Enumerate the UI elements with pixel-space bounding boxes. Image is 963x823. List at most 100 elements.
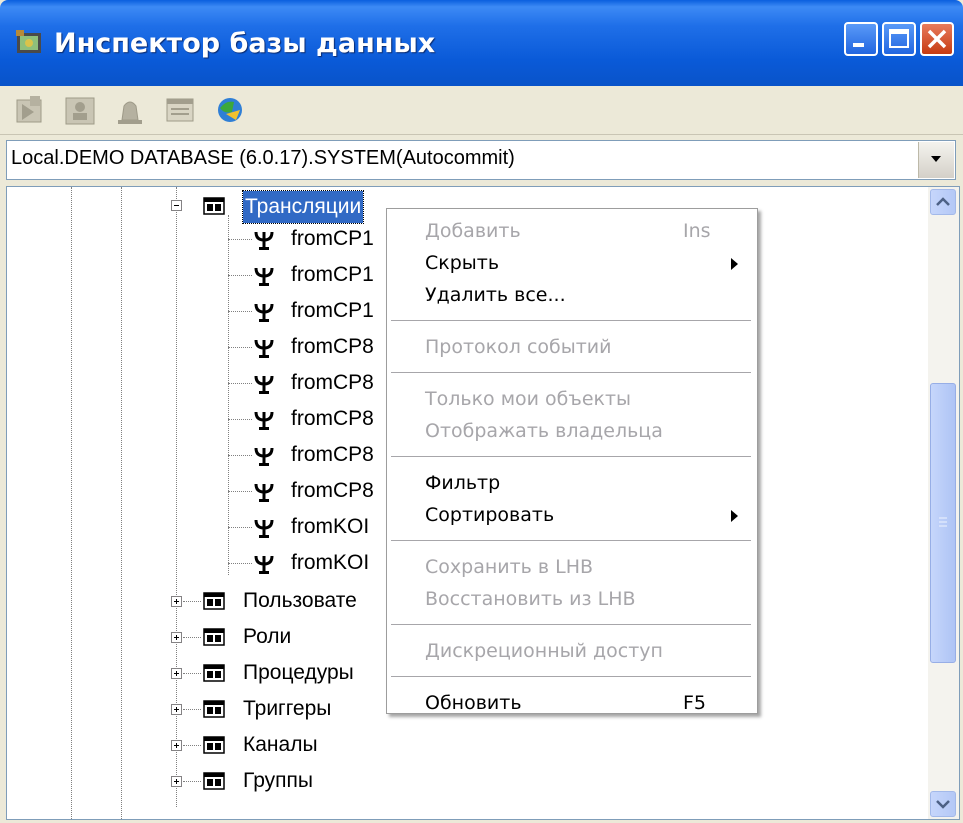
tree-node-label: fromCP8 xyxy=(291,335,374,358)
translation-fork-icon xyxy=(254,555,274,574)
menu-item: Протокол событий xyxy=(387,331,757,363)
table-folder-icon xyxy=(203,736,225,754)
menu-separator xyxy=(391,456,751,457)
tree-branch-line xyxy=(183,745,201,746)
tree-branch-line xyxy=(228,311,252,312)
bell-icon[interactable] xyxy=(112,92,148,128)
tree-node-label: fromCP1 xyxy=(291,299,374,322)
db-inspector-app-icon xyxy=(16,30,41,53)
tree-node-label: fromCP1 xyxy=(291,227,374,250)
tree-branch-line xyxy=(183,637,201,638)
menu-item-label: Фильтр xyxy=(425,472,501,494)
scroll-down-button[interactable] xyxy=(930,791,956,817)
table-folder-icon xyxy=(203,772,225,790)
expand-toggle[interactable] xyxy=(171,704,182,715)
tree-branch-line xyxy=(228,275,252,276)
menu-item-shortcut: F5 xyxy=(683,692,707,714)
menu-separator xyxy=(391,624,751,625)
window-list-icon[interactable] xyxy=(162,92,198,128)
new-object-icon[interactable] xyxy=(12,92,48,128)
tree-node-label: fromCP8 xyxy=(291,407,374,430)
window-title: Инспектор базы данных xyxy=(54,28,436,59)
menu-item-label: Сортировать xyxy=(425,504,555,526)
menu-item[interactable]: Сортировать xyxy=(387,499,757,531)
menu-item-shortcut: Ins xyxy=(683,220,711,242)
tree-node-label: Триггеры xyxy=(243,697,332,720)
title-bar[interactable]: Инспектор базы данных xyxy=(0,0,963,86)
menu-item-label: Скрыть xyxy=(425,252,500,274)
tree-node-label: Каналы xyxy=(243,733,318,756)
close-button[interactable] xyxy=(920,22,954,56)
tree-node-label: fromKOI xyxy=(291,515,370,538)
close-icon xyxy=(927,29,947,49)
connection-select[interactable]: Local.DEMO DATABASE (6.0.17).SYSTEM(Auto… xyxy=(6,140,956,180)
menu-separator xyxy=(391,676,751,677)
menu-item: Дискреционный доступ xyxy=(387,635,757,667)
vertical-scrollbar[interactable] xyxy=(928,186,960,820)
translation-fork-icon xyxy=(254,447,274,466)
menu-item-label: Восстановить из LHB xyxy=(425,588,636,610)
chevron-up-icon xyxy=(936,197,950,206)
context-menu: Добавить Ins Скрыть Удалить все... Протокол … xyxy=(386,208,758,714)
tree-branch-line xyxy=(228,455,252,456)
expand-toggle[interactable] xyxy=(171,596,182,607)
translation-fork-icon xyxy=(254,411,274,430)
tree-node-label: fromKOI xyxy=(291,551,370,574)
tree-guide-line xyxy=(228,215,229,575)
translation-fork-icon xyxy=(254,231,274,250)
menu-item-label: Обновить xyxy=(425,692,522,714)
chevron-down-icon xyxy=(936,800,950,809)
tree-node-label: Трансляции xyxy=(241,190,365,224)
menu-item: Восстановить из LHB xyxy=(387,583,757,615)
menu-item[interactable]: Обновить F5 xyxy=(387,687,757,719)
tree-guide-line xyxy=(121,187,122,819)
expand-toggle[interactable] xyxy=(171,776,182,787)
minimize-icon xyxy=(853,43,864,47)
translation-fork-icon xyxy=(254,267,274,286)
scroll-thumb[interactable] xyxy=(930,383,956,663)
collapse-toggle[interactable] xyxy=(171,200,182,211)
menu-item[interactable]: Удалить все... xyxy=(387,279,757,311)
tree-branch-line xyxy=(228,383,252,384)
maximize-button[interactable] xyxy=(882,22,916,56)
expand-toggle[interactable] xyxy=(171,740,182,751)
grip-icon xyxy=(939,517,947,527)
menu-item-label: Отображать владельца xyxy=(425,420,663,442)
tree-guide-line xyxy=(71,187,72,819)
tree-branch-line xyxy=(228,419,252,420)
translation-fork-icon xyxy=(254,303,274,322)
tree-node-label: Роли xyxy=(243,625,292,648)
translation-fork-icon xyxy=(254,375,274,394)
menu-item[interactable]: Фильтр xyxy=(387,467,757,499)
tree-node-label: Пользовате xyxy=(243,589,357,612)
menu-item-label: Протокол событий xyxy=(425,336,612,358)
minimize-button[interactable] xyxy=(844,22,878,56)
table-folder-icon xyxy=(203,700,225,718)
expand-toggle[interactable] xyxy=(171,668,182,679)
user-properties-icon[interactable] xyxy=(62,92,98,128)
expand-toggle[interactable] xyxy=(171,632,182,643)
translation-fork-icon xyxy=(254,339,274,358)
tree-branch-line xyxy=(228,491,252,492)
tree-node-label: Процедуры xyxy=(243,661,354,684)
tree-branch-line xyxy=(228,527,252,528)
scroll-up-button[interactable] xyxy=(930,189,956,215)
menu-item-label: Только мои объекты xyxy=(425,388,632,410)
dropdown-button[interactable] xyxy=(918,142,954,178)
tree-node-label: fromCP8 xyxy=(291,443,374,466)
tree-branch-line xyxy=(228,563,252,564)
tree-branch-line xyxy=(183,601,201,602)
refresh-globe-icon[interactable] xyxy=(212,92,248,128)
menu-separator xyxy=(391,320,751,321)
tree-node-label: fromCP8 xyxy=(291,371,374,394)
menu-item[interactable]: Скрыть xyxy=(387,247,757,279)
menu-item-label: Сохранить в LHB xyxy=(425,556,594,578)
menu-separator xyxy=(391,540,751,541)
menu-item-label: Дискреционный доступ xyxy=(425,640,663,662)
submenu-arrow-icon xyxy=(731,510,738,522)
table-folder-icon xyxy=(203,628,225,646)
table-folder-icon xyxy=(203,664,225,682)
menu-item-label: Удалить все... xyxy=(425,284,566,306)
menu-item-label: Добавить xyxy=(425,220,521,242)
tree-node-label: fromCP8 xyxy=(291,479,374,502)
